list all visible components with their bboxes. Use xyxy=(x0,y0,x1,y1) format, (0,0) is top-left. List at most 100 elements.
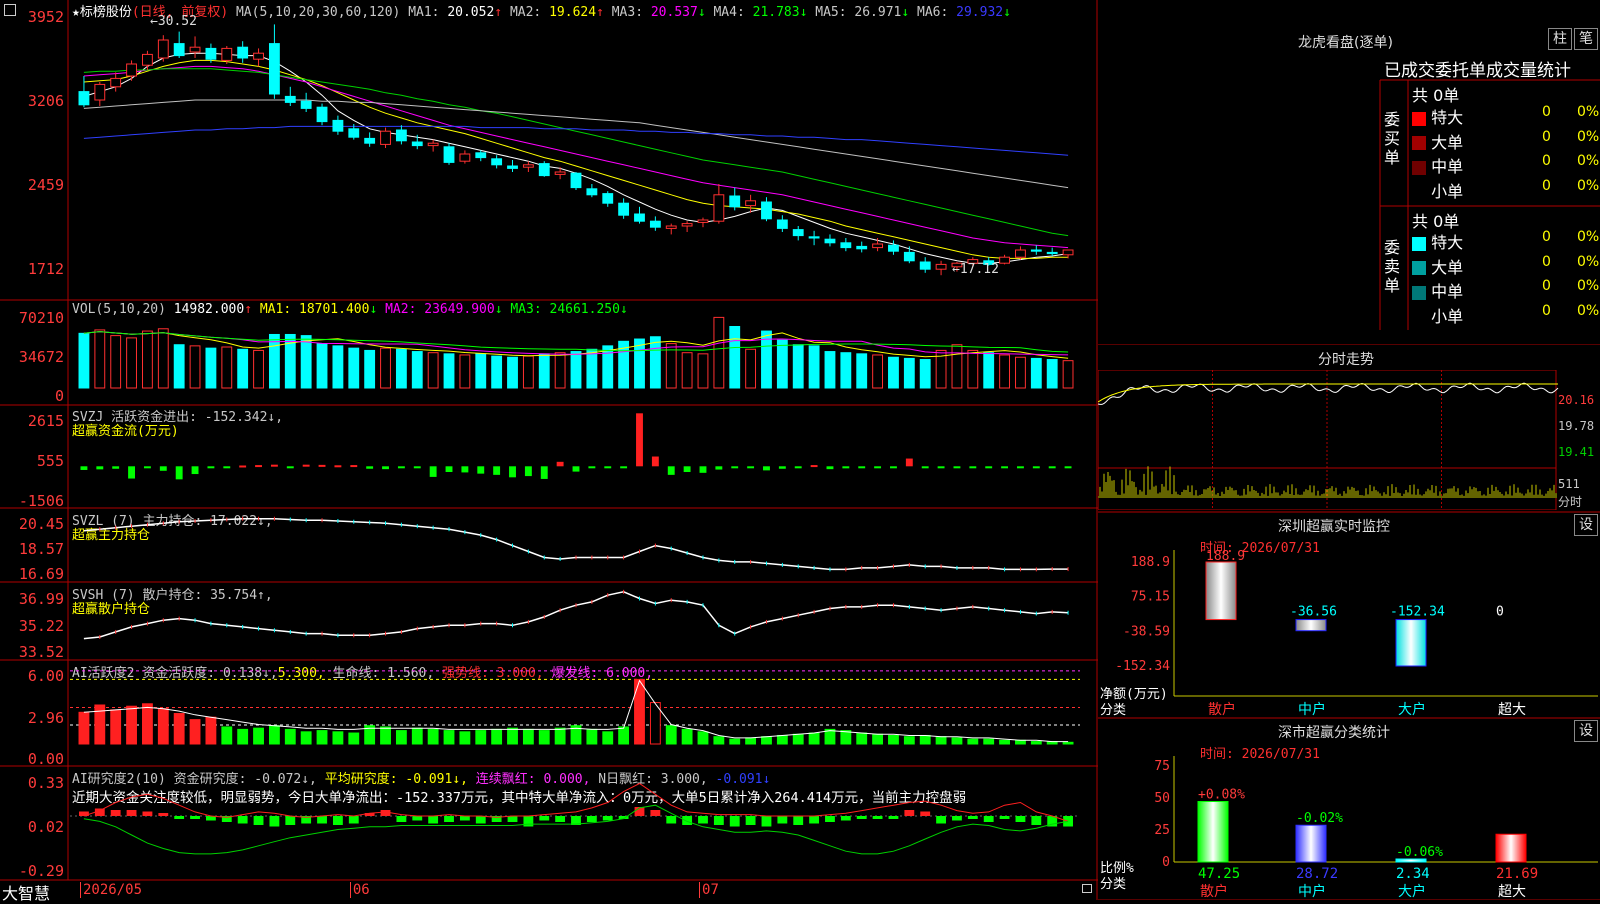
activity-bar xyxy=(697,731,709,745)
volume-chart[interactable] xyxy=(70,300,1096,405)
sz-monitor-settings-button[interactable]: 设 xyxy=(1574,514,1598,536)
vol-tick: 70210 xyxy=(18,309,64,327)
candle-body xyxy=(665,225,677,229)
scroll-left-icon[interactable] xyxy=(4,4,16,16)
ai-research-tick: -0.29 xyxy=(18,862,64,880)
svzj-tick: 555 xyxy=(36,452,64,470)
fund-flow-bar xyxy=(239,465,247,468)
sz-monitor-category: 超大 xyxy=(1498,702,1526,718)
candle-body xyxy=(284,95,296,103)
sz-class-ytick: 0 xyxy=(1162,855,1170,870)
fund-flow-bar xyxy=(1064,466,1072,469)
sz-monitor-value-label: 0 xyxy=(1496,605,1504,620)
activity-bar xyxy=(142,703,153,745)
retail-holding-line xyxy=(83,591,1069,640)
research-bar xyxy=(126,810,137,816)
research-bar xyxy=(380,810,391,816)
volume-bar xyxy=(1015,356,1026,389)
fund-flow-bar xyxy=(699,466,707,473)
fund-flow-bar xyxy=(159,466,167,471)
fund-flow-bar xyxy=(953,466,961,469)
candle-body xyxy=(189,46,201,53)
activity-bar xyxy=(618,726,630,745)
fund-flow-bar xyxy=(1048,466,1056,469)
activity-bar xyxy=(840,730,852,745)
fund-flow-bar xyxy=(477,466,485,474)
activity-bar xyxy=(983,738,995,745)
date-axis: 2026/05 06 07 xyxy=(70,880,1096,900)
volume-bar xyxy=(824,351,836,389)
research-bar xyxy=(396,816,407,822)
svsh-tick: 36.99 xyxy=(18,590,64,608)
candle-body xyxy=(142,53,153,66)
sz-class-settings-button[interactable]: 设 xyxy=(1574,720,1598,742)
candle-body xyxy=(332,119,344,132)
svzj-chart[interactable] xyxy=(70,405,1096,508)
svsh-chart[interactable] xyxy=(70,582,1096,660)
research-bar xyxy=(777,816,788,824)
ai-active-tick: 6.00 xyxy=(27,667,64,685)
volume-bar xyxy=(110,335,122,389)
volume-bar xyxy=(189,345,201,389)
candle-body xyxy=(903,251,915,262)
candle-body xyxy=(316,106,328,123)
sz-class-ytick: 25 xyxy=(1154,823,1170,838)
volume-bar xyxy=(697,353,709,389)
high-marker: ←30.52 xyxy=(150,14,197,29)
fund-flow-bar xyxy=(1017,466,1024,469)
sz-class-title: 深市超赢分类统计 xyxy=(1278,725,1390,741)
activity-bar xyxy=(538,730,550,745)
fund-flow-bar xyxy=(96,466,104,470)
research-bar xyxy=(269,816,280,827)
candle-body xyxy=(443,146,455,163)
sz-monitor-category: 中户 xyxy=(1298,701,1326,718)
sz-class-ytick: 75 xyxy=(1154,759,1170,774)
sz-monitor-ytick: -152.34 xyxy=(1115,659,1170,674)
volume-bar xyxy=(856,353,868,389)
volume-bar xyxy=(411,351,423,389)
sz-monitor-ytick: 75.15 xyxy=(1131,590,1170,605)
volume-bar xyxy=(872,354,884,389)
sz-monitor-chart[interactable]: 188.9 75.15 -38.59 -152.34 188.9 散户 -36.56 中户 -1… xyxy=(1098,550,1600,718)
ai-research-tick: 0.02 xyxy=(27,818,64,836)
sz-class-chart[interactable]: 75 50 25 0 +0.08% 47.25散户 -0.02% 28.72中户 -0.06% 2… xyxy=(1098,756,1600,900)
activity-bar xyxy=(792,733,804,745)
fund-flow-bar xyxy=(810,465,818,468)
research-bar xyxy=(158,813,169,816)
date-tick: 07 xyxy=(699,882,719,898)
candle-body xyxy=(618,202,630,216)
volume-bar xyxy=(78,332,90,389)
activity-bar xyxy=(713,736,725,745)
fund-flow-bar xyxy=(731,466,739,469)
research-bar xyxy=(920,811,931,816)
volume-bar xyxy=(364,349,376,389)
chart-area[interactable]: ★标榜股份(日线, 前复权) MA(5,10,20,30,60,120) MA1… xyxy=(0,0,1098,903)
research-bar xyxy=(698,816,708,824)
ai-research-tick: 0.33 xyxy=(27,774,64,792)
research-bar xyxy=(1031,816,1042,825)
research-bar xyxy=(888,816,899,819)
activity-bar xyxy=(459,731,471,745)
svzl-tick: 20.45 xyxy=(18,515,64,533)
activity-bar xyxy=(126,705,137,745)
svzl-chart[interactable] xyxy=(70,508,1096,582)
lock-icon[interactable] xyxy=(1082,884,1092,893)
sz-class-category: 中户 xyxy=(1298,883,1326,900)
right-panel: 龙虎看盘(逐单) 柱 笔 已成交委托单成交量统计 委买单 共 0单 特大 0 0% … xyxy=(1098,0,1600,900)
sz-monitor-bar xyxy=(1205,561,1237,621)
candle-body xyxy=(554,171,566,175)
activity-bar xyxy=(856,732,868,745)
activity-bar xyxy=(808,732,820,745)
activity-bar xyxy=(110,709,122,745)
research-bar xyxy=(856,816,867,819)
sz-class-change-label: -0.02% xyxy=(1296,811,1343,826)
research-bar xyxy=(967,816,978,819)
research-bar xyxy=(190,816,200,819)
fund-flow-bar xyxy=(985,466,993,469)
candle-body xyxy=(126,63,137,77)
kline-chart[interactable] xyxy=(70,0,1096,300)
ai-research-chart[interactable] xyxy=(70,766,1096,880)
ai-active-chart[interactable] xyxy=(70,660,1096,766)
fund-flow-bar xyxy=(318,464,326,467)
research-bar xyxy=(999,816,1010,819)
